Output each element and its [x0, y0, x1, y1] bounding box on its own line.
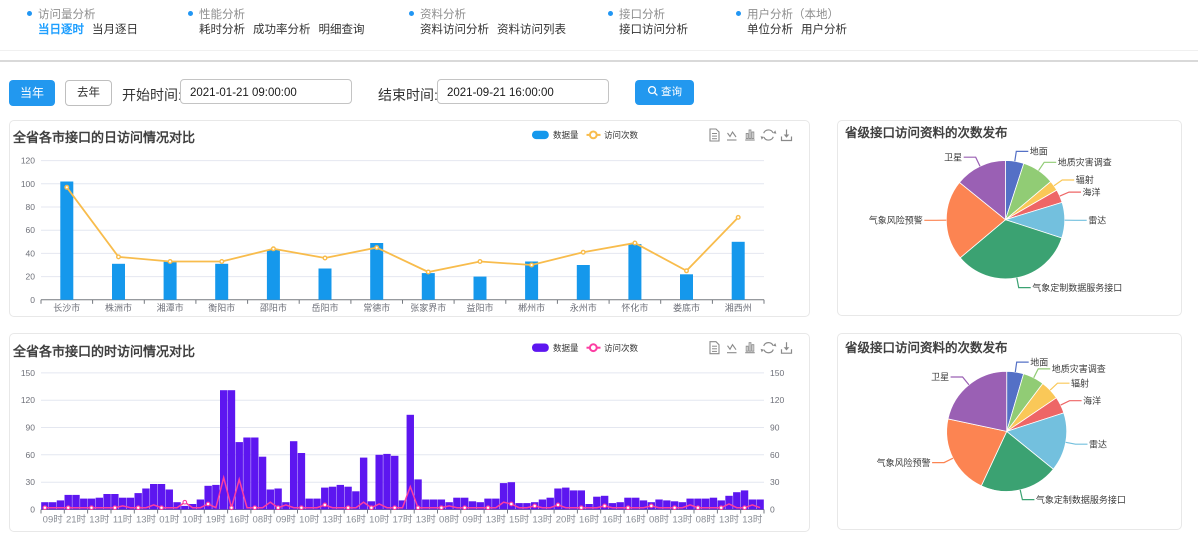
svg-text:09时: 09时 [462, 514, 483, 526]
svg-text:气象风险预警: 气象风险预警 [869, 215, 923, 226]
svg-text:08时: 08时 [253, 514, 274, 526]
svg-text:雷达: 雷达 [1088, 215, 1106, 226]
svg-text:13时: 13时 [532, 514, 553, 526]
svg-text:60: 60 [26, 225, 36, 235]
svg-text:10时: 10时 [369, 514, 390, 526]
svg-text:11时: 11时 [113, 514, 133, 526]
svg-text:09时: 09时 [43, 514, 64, 526]
svg-text:90: 90 [770, 423, 780, 433]
svg-text:08时: 08时 [649, 514, 670, 526]
svg-text:30: 30 [770, 477, 780, 487]
svg-text:株洲市: 株洲市 [105, 302, 132, 313]
svg-text:150: 150 [21, 368, 35, 378]
svg-text:气象定制数据服务接口: 气象定制数据服务接口 [1036, 494, 1126, 505]
svg-text:气象定制数据服务接口: 气象定制数据服务接口 [1032, 282, 1122, 293]
svg-text:访问次数: 访问次数 [604, 343, 639, 353]
svg-text:地质灾害调查: 地质灾害调查 [1058, 157, 1112, 168]
svg-text:21时: 21时 [66, 514, 87, 526]
svg-text:海洋: 海洋 [1083, 186, 1101, 197]
svg-text:数据量: 数据量 [553, 343, 579, 353]
svg-text:13时: 13时 [486, 514, 507, 526]
svg-text:13时: 13时 [416, 514, 437, 526]
svg-text:17时: 17时 [392, 514, 413, 526]
svg-text:08时: 08时 [439, 514, 460, 526]
svg-text:16时: 16时 [346, 514, 367, 526]
svg-text:13时: 13时 [89, 514, 110, 526]
svg-text:郴州市: 郴州市 [518, 302, 545, 313]
svg-text:雷达: 雷达 [1089, 438, 1107, 449]
svg-text:气象风险预警: 气象风险预警 [877, 457, 931, 468]
svg-text:岳阳市: 岳阳市 [311, 302, 338, 313]
svg-text:60: 60 [26, 450, 36, 460]
svg-text:150: 150 [770, 368, 784, 378]
svg-text:80: 80 [26, 202, 36, 212]
svg-text:01时: 01时 [159, 514, 180, 526]
svg-text:地面: 地面 [1030, 356, 1048, 367]
svg-text:13时: 13时 [719, 514, 740, 526]
svg-text:常德市: 常德市 [363, 302, 390, 313]
svg-text:10时: 10时 [299, 514, 320, 526]
svg-text:邵阳市: 邵阳市 [260, 302, 287, 313]
svg-text:张家界市: 张家界市 [410, 302, 446, 313]
svg-text:15时: 15时 [509, 514, 530, 526]
svg-text:120: 120 [770, 395, 784, 405]
svg-text:16时: 16时 [602, 514, 623, 526]
svg-text:卫星: 卫星 [931, 372, 949, 382]
svg-text:海洋: 海洋 [1083, 395, 1101, 406]
svg-text:地质灾害调查: 地质灾害调查 [1052, 363, 1106, 374]
svg-text:16时: 16时 [229, 514, 250, 526]
svg-text:08时: 08时 [696, 514, 717, 526]
svg-text:20: 20 [26, 272, 36, 282]
svg-text:访问次数: 访问次数 [604, 130, 639, 140]
svg-text:120: 120 [21, 395, 35, 405]
svg-text:益阳市: 益阳市 [466, 302, 493, 313]
svg-text:16时: 16时 [626, 514, 647, 526]
svg-text:40: 40 [26, 248, 36, 258]
svg-text:13时: 13时 [322, 514, 343, 526]
svg-text:120: 120 [21, 156, 35, 166]
svg-text:永州市: 永州市 [570, 302, 597, 313]
svg-text:长沙市: 长沙市 [53, 302, 80, 313]
svg-text:100: 100 [21, 179, 35, 189]
svg-text:衡阳市: 衡阳市 [208, 302, 235, 313]
svg-text:13时: 13时 [136, 514, 157, 526]
svg-text:湘潭市: 湘潭市 [157, 302, 184, 313]
svg-text:10时: 10时 [183, 514, 204, 526]
svg-text:0: 0 [30, 505, 35, 515]
svg-text:辐射: 辐射 [1071, 377, 1089, 388]
svg-text:20时: 20时 [556, 514, 577, 526]
svg-text:90: 90 [26, 423, 36, 433]
svg-text:湘西州: 湘西州 [725, 302, 752, 313]
svg-text:30: 30 [26, 477, 36, 487]
svg-text:60: 60 [770, 450, 780, 460]
svg-text:卫星: 卫星 [944, 152, 962, 162]
svg-text:13时: 13时 [742, 514, 763, 526]
svg-text:13时: 13时 [672, 514, 693, 526]
svg-text:辐射: 辐射 [1076, 174, 1094, 185]
svg-text:09时: 09时 [276, 514, 297, 526]
svg-text:0: 0 [30, 295, 35, 305]
svg-text:地面: 地面 [1030, 146, 1048, 157]
svg-text:怀化市: 怀化市 [621, 302, 648, 313]
svg-text:娄底市: 娄底市 [673, 302, 700, 313]
svg-text:0: 0 [770, 505, 775, 515]
svg-text:数据量: 数据量 [553, 130, 579, 140]
svg-text:19时: 19时 [206, 514, 227, 526]
svg-text:16时: 16时 [579, 514, 600, 526]
